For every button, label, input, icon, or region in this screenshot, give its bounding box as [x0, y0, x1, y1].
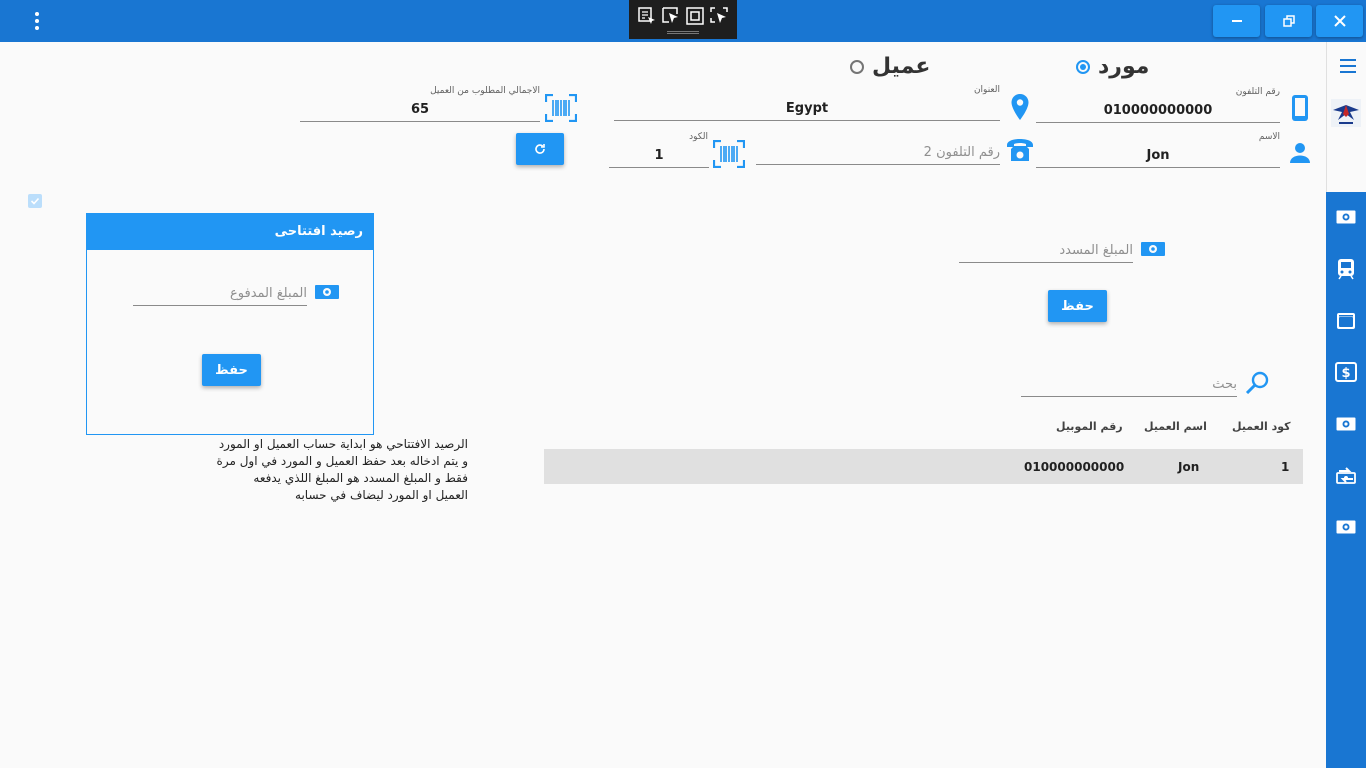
sidebar-tram-icon[interactable] [1334, 257, 1358, 281]
sidebar-wallet-card-icon[interactable] [1334, 309, 1358, 333]
total-required-input[interactable] [300, 102, 540, 117]
person-icon [1289, 142, 1311, 168]
cell-code: 1 [1281, 460, 1290, 474]
code-input[interactable] [609, 148, 709, 163]
close-icon [1333, 15, 1346, 27]
note-line: فقط و المبلغ المسدد هو المبلغ اللذي يدفع… [253, 471, 468, 485]
app-logo [1331, 99, 1361, 127]
opening-balance-save-button[interactable]: حفظ [202, 354, 261, 386]
opening-balance-title: رصيد افتتاحى [87, 214, 373, 250]
code-field[interactable] [609, 140, 709, 168]
radio-customer[interactable]: عميل [850, 54, 930, 79]
name-field[interactable] [1036, 140, 1280, 168]
barcode-scan-icon[interactable] [544, 93, 578, 126]
restore-button[interactable] [1265, 5, 1312, 37]
address-input[interactable] [614, 101, 1000, 116]
name-input[interactable] [1036, 148, 1280, 163]
cell-name: Jon [1178, 460, 1200, 474]
note-line: الرصيد الافتتاحي هو ابداية حساب العميل ا… [218, 437, 468, 451]
phone-field[interactable] [1036, 95, 1280, 123]
svg-text:$: $ [1341, 366, 1350, 381]
radio-supplier[interactable]: مورد [1076, 54, 1149, 79]
address-field[interactable] [614, 93, 1000, 121]
sidebar-money-icon-2[interactable] [1334, 412, 1358, 436]
screenshot-pointer-icon[interactable] [709, 6, 729, 26]
check-icon [30, 197, 40, 205]
select-pointer-icon[interactable] [661, 6, 681, 26]
minimize-button[interactable] [1213, 5, 1260, 37]
paid-amount-field[interactable] [133, 278, 307, 306]
opening-balance-note: الرصيد الافتتاحي هو ابداية حساب العميل ا… [150, 436, 468, 504]
radio-supplier-indicator[interactable] [1076, 59, 1090, 74]
paid-amount-input[interactable] [133, 286, 307, 301]
sidebar-money-icon-3[interactable] [1334, 515, 1358, 539]
devtools-toolbar [629, 0, 737, 39]
note-line: العميل او المورد ليضاف في حسابه [295, 488, 468, 502]
column-header-mobile[interactable]: رقم الموبيل [1056, 420, 1123, 433]
minimize-icon [1231, 20, 1242, 22]
phone2-field[interactable] [756, 137, 1000, 165]
refresh-icon [535, 144, 545, 154]
frame-icon[interactable] [685, 6, 705, 26]
checkbox[interactable] [28, 194, 42, 208]
money-icon [315, 284, 339, 303]
refresh-button[interactable] [516, 133, 564, 165]
barcode-scan-icon-2[interactable] [712, 139, 746, 172]
location-pin-icon [1010, 93, 1030, 125]
restore-icon [1282, 15, 1295, 27]
opening-balance-card: رصيد افتتاحى [86, 213, 374, 435]
search-input[interactable] [1021, 377, 1237, 392]
close-button[interactable] [1316, 5, 1363, 37]
save-button[interactable]: حفظ [1048, 290, 1107, 322]
settled-amount-field[interactable] [959, 235, 1133, 263]
more-vert-icon[interactable] [26, 8, 48, 34]
drag-handle[interactable] [667, 31, 699, 34]
sidebar-money-transfer-icon[interactable] [1334, 463, 1358, 487]
total-required-field[interactable] [300, 94, 540, 122]
column-header-code[interactable]: كود العميل [1232, 420, 1291, 433]
smartphone-icon [1290, 94, 1310, 126]
note-line: و يتم ادخاله بعد حفظ العميل و المورد في … [216, 454, 468, 468]
inspect-icon[interactable] [637, 6, 657, 26]
money-icon-2 [1141, 241, 1165, 260]
column-header-name[interactable]: اسم العميل [1144, 420, 1207, 433]
radio-supplier-label: مورد [1098, 54, 1150, 79]
hamburger-menu-icon[interactable] [1339, 57, 1357, 79]
radio-customer-label: عميل [872, 54, 931, 79]
sidebar-money-icon[interactable] [1334, 205, 1358, 229]
phone-input[interactable] [1036, 103, 1280, 118]
sidebar-dollar-bill-icon[interactable]: $ [1334, 360, 1358, 384]
cell-mobile: 010000000000 [1024, 460, 1125, 474]
settled-amount-input[interactable] [959, 243, 1133, 258]
search-field[interactable] [1021, 369, 1237, 397]
search-icon[interactable] [1245, 370, 1271, 398]
phone2-input[interactable] [756, 145, 1000, 160]
telephone-icon [1005, 137, 1035, 167]
radio-customer-indicator[interactable] [850, 59, 864, 74]
